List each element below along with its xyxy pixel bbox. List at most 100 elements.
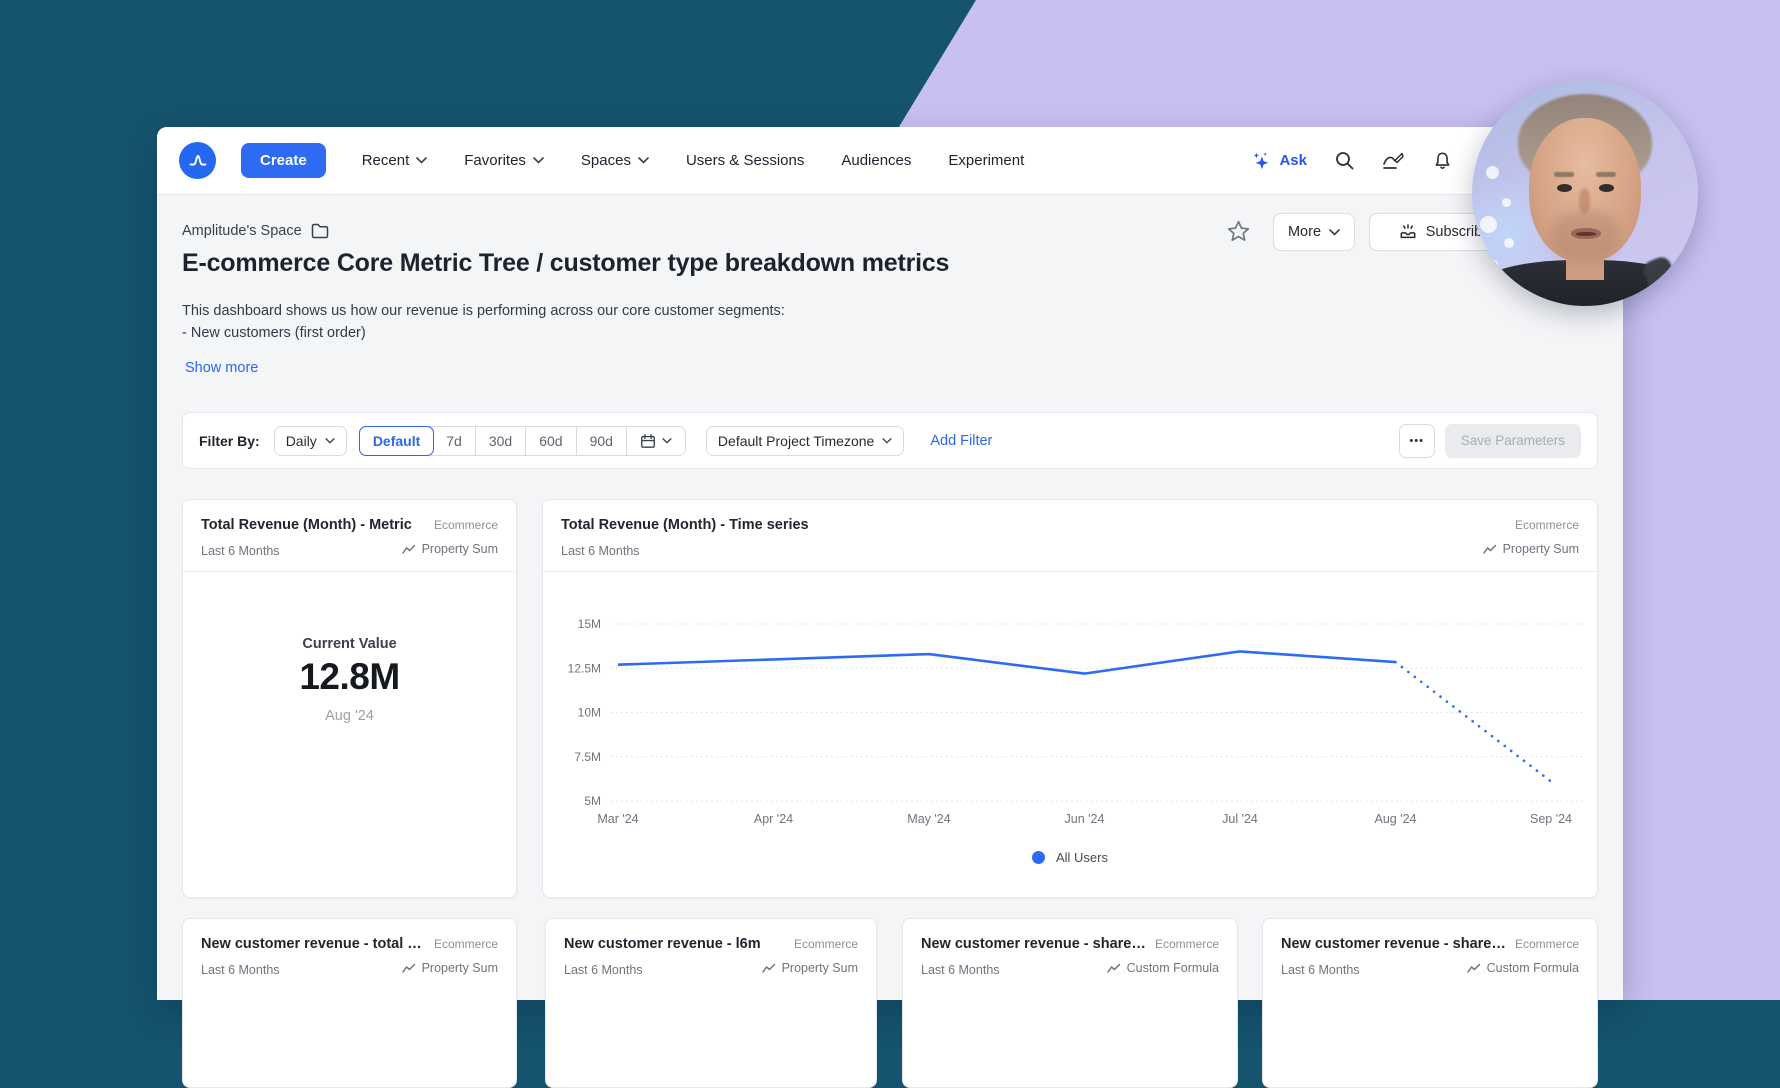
ask-button[interactable]: Ask — [1250, 150, 1307, 172]
chevron-down-icon — [416, 157, 427, 164]
search-button[interactable] — [1334, 150, 1355, 171]
line-chart-icon — [1467, 963, 1481, 974]
breadcrumb[interactable]: Amplitude's Space — [182, 223, 329, 239]
card-space-label: Ecommerce — [1515, 937, 1579, 951]
card-measure: Custom Formula — [1107, 961, 1219, 975]
nav-item-audiences[interactable]: Audiences — [841, 152, 911, 169]
summary-card-new-customer-share-1: New customer revenue - share ... Ecommer… — [902, 918, 1238, 1088]
timezone-dropdown[interactable]: Default Project Timezone — [706, 426, 904, 456]
amplitude-logo[interactable] — [179, 142, 216, 179]
timeseries-chart: 5M7.5M10M12.5M15MMar '24Apr '24May '24Ju… — [543, 592, 1597, 842]
svg-text:10M: 10M — [578, 706, 601, 720]
nav-item-label: Spaces — [581, 152, 631, 169]
nav-item-recent[interactable]: Recent — [362, 152, 428, 169]
amplitude-wave-icon — [186, 149, 210, 173]
card-date-range: Last 6 Months — [1281, 963, 1360, 977]
star-icon — [1227, 220, 1250, 242]
svg-text:Mar '24: Mar '24 — [597, 812, 638, 826]
legend-series-label[interactable]: All Users — [1056, 850, 1108, 865]
line-chart-icon — [1107, 963, 1121, 974]
filter-bar-right: ••• Save Parameters — [1399, 424, 1581, 458]
line-chart-icon — [402, 544, 416, 555]
card-title: New customer revenue - l6m — [564, 934, 761, 955]
chevron-down-icon — [533, 157, 544, 164]
measure-label: Property Sum — [422, 961, 498, 975]
breadcrumb-label: Amplitude's Space — [182, 223, 302, 239]
nav-item-favorites[interactable]: Favorites — [464, 152, 544, 169]
folder-icon — [311, 223, 329, 239]
create-button[interactable]: Create — [241, 143, 326, 178]
bell-icon — [1432, 150, 1453, 172]
svg-text:7.5M: 7.5M — [574, 750, 601, 764]
card-title: New customer revenue - total - ... — [201, 934, 426, 955]
nav-item-users-sessions[interactable]: Users & Sessions — [686, 152, 804, 169]
card-measure: Property Sum — [1483, 542, 1579, 556]
nav-item-spaces[interactable]: Spaces — [581, 152, 649, 169]
notifications-button[interactable] — [1432, 150, 1453, 172]
measure-label: Property Sum — [422, 542, 498, 556]
granularity-dropdown[interactable]: Daily — [274, 426, 347, 456]
summary-card-new-customer-l6m: New customer revenue - l6m Ecommerce Las… — [545, 918, 877, 1088]
subscribe-inbox-icon — [1398, 222, 1418, 242]
presenter-avatar — [1472, 80, 1698, 306]
line-chart-icon — [1483, 544, 1497, 555]
svg-text:5M: 5M — [584, 794, 601, 808]
custom-date-range-button[interactable] — [626, 427, 685, 455]
svg-text:Jun '24: Jun '24 — [1065, 812, 1105, 826]
measure-label: Custom Formula — [1487, 961, 1579, 975]
save-parameters-button[interactable]: Save Parameters — [1445, 424, 1581, 458]
svg-text:Aug '24: Aug '24 — [1374, 812, 1416, 826]
nav-items: Recent Favorites Spaces Users & Sessions… — [362, 152, 1025, 169]
date-range-segmented-control: Default 7d 30d 60d 90d — [359, 426, 686, 456]
nav-item-label: Recent — [362, 152, 410, 169]
calendar-icon — [640, 433, 656, 449]
page-title: E-commerce Core Metric Tree / customer t… — [182, 249, 949, 278]
screen: { "colors": { "accent": "#2C66F0", "teal… — [0, 0, 1780, 1000]
current-value: 12.8M — [299, 656, 399, 698]
chevron-down-icon — [662, 438, 672, 444]
granularity-value: Daily — [286, 433, 317, 449]
measure-label: Custom Formula — [1127, 961, 1219, 975]
line-chart-icon — [402, 963, 416, 974]
range-option-30d[interactable]: 30d — [475, 427, 525, 455]
card-space-label: Ecommerce — [434, 518, 498, 532]
card-date-range: Last 6 Months — [201, 963, 280, 977]
metric-body: Current Value 12.8M Aug '24 — [183, 636, 516, 724]
card-header: Total Revenue (Month) - Time series Ecom… — [543, 500, 1597, 572]
filter-overflow-button[interactable]: ••• — [1399, 424, 1435, 458]
range-option-default[interactable]: Default — [359, 426, 434, 456]
current-value-label: Current Value — [302, 636, 396, 652]
card-date-range: Last 6 Months — [561, 544, 640, 558]
card-space-label: Ecommerce — [434, 937, 498, 951]
card-title: Total Revenue (Month) - Time series — [561, 515, 809, 536]
card-measure: Property Sum — [402, 961, 498, 975]
card-space-label: Ecommerce — [1515, 518, 1579, 532]
metric-card-total-revenue: Total Revenue (Month) - Metric Ecommerce… — [182, 499, 517, 898]
favorite-star-button[interactable] — [1227, 220, 1250, 247]
timeseries-card-total-revenue: Total Revenue (Month) - Time series Ecom… — [542, 499, 1598, 898]
card-measure: Custom Formula — [1467, 961, 1579, 975]
add-filter-link[interactable]: Add Filter — [930, 433, 992, 449]
card-header: New customer revenue - total - ... Ecomm… — [183, 919, 516, 990]
card-measure: Property Sum — [762, 961, 858, 975]
nav-item-experiment[interactable]: Experiment — [948, 152, 1024, 169]
show-more-link[interactable]: Show more — [185, 360, 258, 376]
range-option-7d[interactable]: 7d — [433, 427, 475, 455]
svg-text:15M: 15M — [578, 617, 601, 631]
dashboard-description-line1: This dashboard shows us how our revenue … — [182, 303, 785, 319]
range-option-60d[interactable]: 60d — [525, 427, 575, 455]
dashboard-description-line2: - New customers (first order) — [182, 325, 366, 341]
measure-label: Property Sum — [1503, 542, 1579, 556]
more-button[interactable]: More — [1273, 213, 1355, 251]
card-space-label: Ecommerce — [1155, 937, 1219, 951]
nav-item-label: Favorites — [464, 152, 526, 169]
notebooks-button[interactable] — [1382, 150, 1405, 171]
card-header: Total Revenue (Month) - Metric Ecommerce… — [183, 500, 516, 572]
current-value-date: Aug '24 — [325, 708, 374, 724]
card-title: New customer revenue - share ... — [921, 934, 1147, 955]
top-nav: Create Recent Favorites Spaces Users & S… — [157, 127, 1623, 195]
sparkle-icon — [1250, 150, 1272, 172]
card-measure: Property Sum — [402, 542, 498, 556]
nav-item-label: Experiment — [948, 152, 1024, 169]
range-option-90d[interactable]: 90d — [576, 427, 626, 455]
